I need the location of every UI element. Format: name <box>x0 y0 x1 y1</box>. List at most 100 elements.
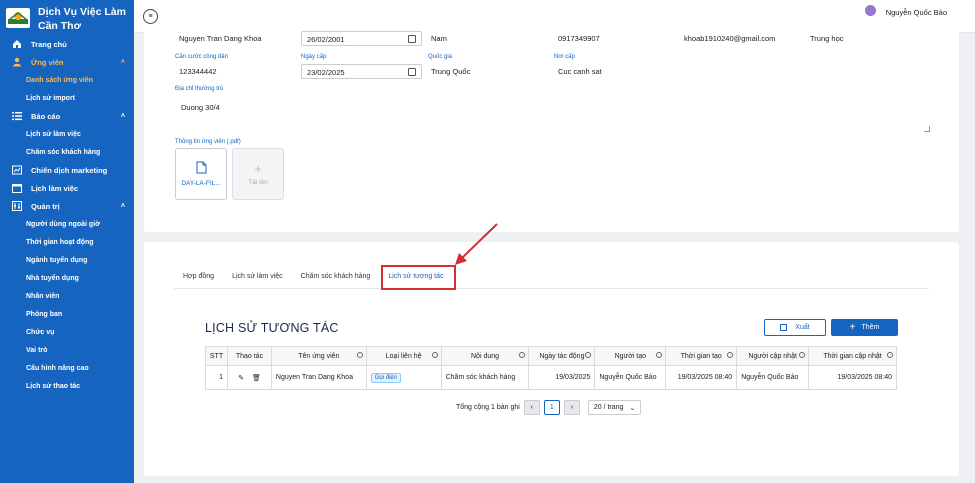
sidebar-item-departments[interactable]: Phòng ban <box>0 305 134 323</box>
prev-page-button[interactable]: ‹ <box>523 400 540 415</box>
sidebar-nav: Trang chủ Ứng viên ˄ Danh sách ứng viên … <box>0 35 134 395</box>
issue-date-field[interactable]: 23/02/2025 <box>301 64 422 79</box>
logo <box>6 8 30 28</box>
table-row[interactable]: 1 ✎ 🗑 Nguyen Tran Dang Khoa Gọi điện Chăm… <box>205 365 897 390</box>
candidate-name: Nguyen Tran Dang Khoa <box>179 34 262 43</box>
table-header-row: STT Thao tác Tên ứng viên Loại liên hệ N… <box>205 346 897 366</box>
sidebar-item-employers[interactable]: Nhà tuyển dụng <box>0 269 134 287</box>
col-label: Tên ứng viên <box>298 352 340 360</box>
list-icon <box>12 111 22 121</box>
sidebar-item-home[interactable]: Trang chủ <box>0 35 134 53</box>
sidebar-item-marketing[interactable]: Chiến dịch marketing <box>0 161 134 179</box>
sidebar-item-admin[interactable]: Quản trị ˄ <box>0 197 134 215</box>
chevron-up-icon: ˄ <box>120 58 125 66</box>
tab-customer-care[interactable]: Chăm sóc khách hàng <box>292 267 380 288</box>
search-icon[interactable] <box>519 352 526 358</box>
search-icon[interactable] <box>887 352 893 358</box>
sidebar-item-operating-time[interactable]: Thời gian hoạt động <box>0 233 134 251</box>
sidebar: Dịch Vụ Việc Làm Cần Thơ Trang chủ Ứng v… <box>0 0 134 483</box>
col-action-date[interactable]: Ngày tác động <box>528 346 596 366</box>
sidebar-item-action-log[interactable]: Lịch sử thao tác <box>0 377 134 395</box>
sidebar-item-positions[interactable]: Chức vụ <box>0 323 134 341</box>
pagination: Tổng cộng 1 bản ghi ‹ 1 › 20 / trang ⌄ <box>456 400 642 415</box>
history-table: STT Thao tác Tên ứng viên Loại liên hệ N… <box>205 346 897 390</box>
export-button[interactable]: Xuất <box>764 319 826 336</box>
candidate-info-card: Nguyen Tran Dang Khoa 26/02/2001 Nam 091… <box>144 26 959 232</box>
dob-value: 26/02/2001 <box>307 35 345 44</box>
nationality-value: Trung Quốc <box>431 67 471 76</box>
col-label: Loại liên hệ <box>385 352 422 360</box>
issue-place-label: Nơi cấp <box>554 54 575 60</box>
upload-button[interactable]: + Tải lên <box>232 148 284 200</box>
search-icon[interactable] <box>585 352 592 358</box>
search-icon[interactable] <box>799 352 806 358</box>
address-textarea[interactable]: Duong 30/4 <box>174 96 930 132</box>
export-icon <box>780 324 788 331</box>
issue-date-value: 23/02/2025 <box>307 68 345 77</box>
home-icon <box>12 39 22 49</box>
menu-toggle-icon[interactable]: ≡ <box>143 9 158 24</box>
cell-updated-at: 19/03/2025 08:40 <box>808 365 897 390</box>
sidebar-item-industries[interactable]: Ngành tuyển dụng <box>0 251 134 269</box>
brand-header[interactable]: Dịch Vụ Việc Làm Cần Thơ <box>0 0 134 34</box>
export-label: Xuất <box>795 324 810 331</box>
sidebar-item-candidate-list[interactable]: Danh sách ứng viên <box>0 71 134 89</box>
sidebar-item-schedule[interactable]: Lịch làm việc <box>0 179 134 197</box>
campaign-icon <box>12 165 22 175</box>
col-candidate[interactable]: Tên ứng viên <box>270 346 367 366</box>
brand-title: Dịch Vụ Việc Làm <box>38 6 126 18</box>
dob-field[interactable]: 26/02/2001 <box>301 31 422 46</box>
user-name: Nguyễn Quốc Bảo <box>885 8 947 17</box>
sidebar-item-advanced-config[interactable]: Cấu hình nâng cao <box>0 359 134 377</box>
col-updated-at[interactable]: Thời gian cập nhật <box>808 346 897 366</box>
file-name: DAY-LA-FIL... <box>181 180 221 187</box>
sidebar-item-import-history[interactable]: Lịch sử import <box>0 89 134 107</box>
education-value: Trung học <box>810 34 844 43</box>
resize-handle-icon[interactable] <box>924 126 930 132</box>
plus-icon: + <box>254 161 262 176</box>
avatar <box>864 5 876 16</box>
page-size-select[interactable]: 20 / trang ⌄ <box>587 400 642 415</box>
cell-action-date: 19/03/2025 <box>528 365 596 390</box>
issue-place-value: Cuc canh sat <box>558 67 602 76</box>
add-button[interactable]: + Thêm <box>831 319 898 336</box>
search-icon[interactable] <box>656 352 663 358</box>
col-updater[interactable]: Người cập nhật <box>736 346 810 366</box>
sidebar-item-label: Quản trị <box>31 201 60 211</box>
sidebar-item-roles[interactable]: Vai trò <box>0 341 134 359</box>
user-menu[interactable]: Nguyễn Quốc Bảo <box>864 5 947 17</box>
col-stt: STT <box>205 346 228 366</box>
col-label: Ngày tác động <box>539 352 585 360</box>
phone-value: 0917349907 <box>558 34 600 43</box>
page-size-value: 20 / trang <box>593 404 624 411</box>
page-number[interactable]: 1 <box>543 400 560 415</box>
sidebar-item-offhours-users[interactable]: Người dùng ngoài giờ <box>0 215 134 233</box>
delete-icon[interactable]: 🗑 <box>252 375 261 382</box>
tab-contracts[interactable]: Hợp đồng <box>174 267 223 288</box>
settings-icon <box>12 201 22 211</box>
tab-bar: Hợp đồng Lịch sử làm việc Chăm sóc khách… <box>174 267 929 289</box>
col-creator[interactable]: Người tạo <box>594 346 667 366</box>
next-page-button[interactable]: › <box>563 400 580 415</box>
attachment-file[interactable]: DAY-LA-FIL... <box>175 148 227 200</box>
col-created-at[interactable]: Thời gian tạo <box>665 346 738 366</box>
sidebar-item-staff[interactable]: Nhân viên <box>0 287 134 305</box>
brand-subtitle: Cần Thơ <box>38 20 82 32</box>
col-content[interactable]: Nội dung <box>440 346 530 366</box>
search-icon[interactable] <box>727 352 734 358</box>
search-icon[interactable] <box>431 352 438 358</box>
edit-icon[interactable]: ✎ <box>238 375 244 382</box>
sidebar-item-work-history[interactable]: Lịch sử làm việc <box>0 125 134 143</box>
cell-content: Chăm sóc khách hàng <box>440 365 530 390</box>
email-value: khoab1910240@gmail.com <box>684 34 776 43</box>
sidebar-item-reports[interactable]: Báo cáo ˄ <box>0 107 134 125</box>
sidebar-item-customer-care[interactable]: Chăm sóc khách hàng <box>0 143 134 161</box>
calendar-icon <box>408 68 416 76</box>
col-contact-type[interactable]: Loại liên hệ <box>365 346 442 366</box>
search-icon[interactable] <box>356 352 363 358</box>
sidebar-item-candidates[interactable]: Ứng viên ˄ <box>0 53 134 71</box>
col-label: Thời gian cập nhật <box>823 352 882 360</box>
tab-work-history[interactable]: Lịch sử làm việc <box>223 267 292 288</box>
issue-date-label: Ngày cấp <box>301 54 327 60</box>
cell-stt: 1 <box>205 365 228 390</box>
